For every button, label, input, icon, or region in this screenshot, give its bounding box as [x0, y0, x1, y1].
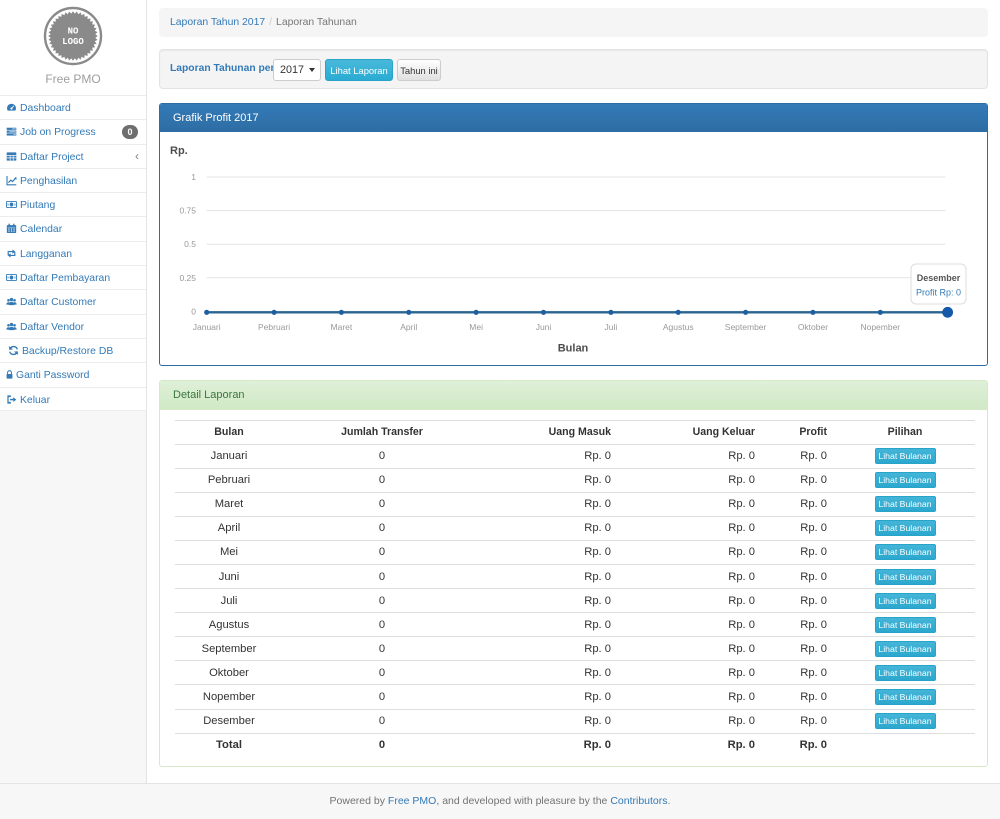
svg-text:Agustus: Agustus [663, 322, 694, 332]
svg-text:September: September [725, 322, 767, 332]
svg-text:1: 1 [191, 172, 196, 182]
svg-text:Bulan: Bulan [558, 343, 589, 355]
svg-text:April: April [400, 322, 417, 332]
svg-text:LOGO: LOGO [62, 37, 84, 47]
svg-text:Rp.: Rp. [170, 145, 188, 157]
svg-text:Pebruari: Pebruari [258, 322, 290, 332]
svg-text:Desember: Desember [917, 273, 961, 283]
svg-text:0.5: 0.5 [184, 239, 196, 249]
svg-text:Oktober: Oktober [798, 322, 828, 332]
svg-text:NO: NO [68, 27, 79, 37]
svg-text:Mei: Mei [469, 322, 483, 332]
svg-text:0.25: 0.25 [179, 273, 196, 283]
svg-text:Januari: Januari [193, 322, 221, 332]
svg-text:0.75: 0.75 [179, 206, 196, 216]
svg-text:Juni: Juni [536, 322, 552, 332]
svg-text:Nopember: Nopember [860, 322, 900, 332]
svg-text:Juli: Juli [604, 322, 617, 332]
svg-text:Profit Rp: 0: Profit Rp: 0 [916, 288, 961, 298]
svg-text:Maret: Maret [331, 322, 353, 332]
svg-text:0: 0 [191, 306, 196, 316]
